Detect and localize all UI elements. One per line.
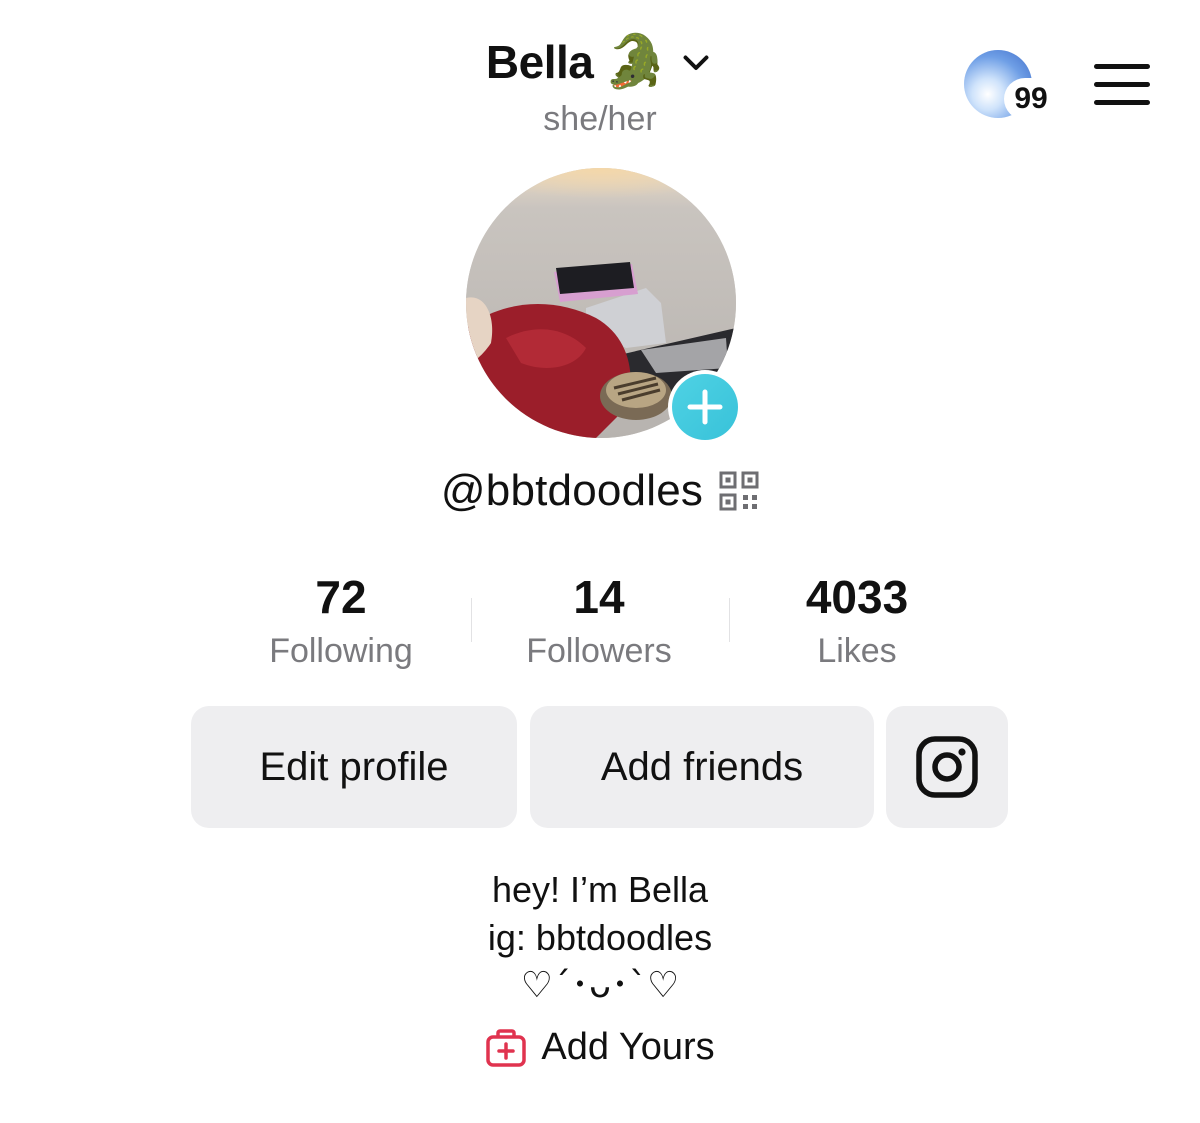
instagram-icon: [916, 736, 978, 798]
stat-value: 72: [315, 571, 367, 623]
stat-value: 14: [573, 571, 625, 623]
stat-value: 4033: [805, 571, 909, 623]
username-handle: @bbtdoodles: [440, 466, 704, 515]
chevron-down-icon[interactable]: [678, 44, 714, 80]
stat-followers[interactable]: 14 Followers: [479, 570, 719, 671]
handle-row: @bbtdoodles: [0, 466, 1200, 516]
account-switcher[interactable]: Bella 🐊: [486, 30, 714, 94]
display-name: Bella: [485, 36, 594, 88]
bio-line: hey! I’m Bella: [491, 869, 709, 910]
instagram-button[interactable]: [886, 706, 1008, 828]
profile-stats: 72 Following 14 Followers 4033 Likes: [0, 570, 1200, 680]
profile-avatar-container: [466, 168, 742, 444]
plus-icon: [672, 374, 738, 440]
bio-line: ♡´･ᴗ･`♡: [520, 965, 680, 1006]
add-yours-button[interactable]: Add Yours: [0, 1026, 1200, 1069]
stat-likes[interactable]: 4033 Likes: [737, 570, 977, 671]
stat-label: Following: [269, 632, 413, 670]
stat-label: Followers: [526, 632, 672, 670]
bio-line: ig: bbtdoodles: [487, 917, 713, 958]
add-yours-icon: [486, 1028, 527, 1067]
stat-divider: [471, 598, 472, 642]
stat-following[interactable]: 72 Following: [221, 570, 461, 671]
stat-label: Likes: [817, 632, 897, 670]
stat-divider: [729, 598, 730, 642]
crocodile-emoji: 🐊: [603, 32, 669, 92]
edit-profile-button[interactable]: Edit profile: [191, 706, 517, 828]
qr-code-icon[interactable]: [719, 471, 759, 511]
notification-count-badge: 99: [1004, 78, 1058, 120]
add-yours-label: Add Yours: [541, 1026, 715, 1068]
profile-bio: hey! I’m Bella ig: bbtdoodles ♡´･ᴗ･`♡: [0, 866, 1200, 1010]
add-avatar-button[interactable]: [668, 370, 742, 444]
add-friends-button[interactable]: Add friends: [530, 706, 874, 828]
hamburger-menu-icon[interactable]: [1094, 64, 1150, 106]
